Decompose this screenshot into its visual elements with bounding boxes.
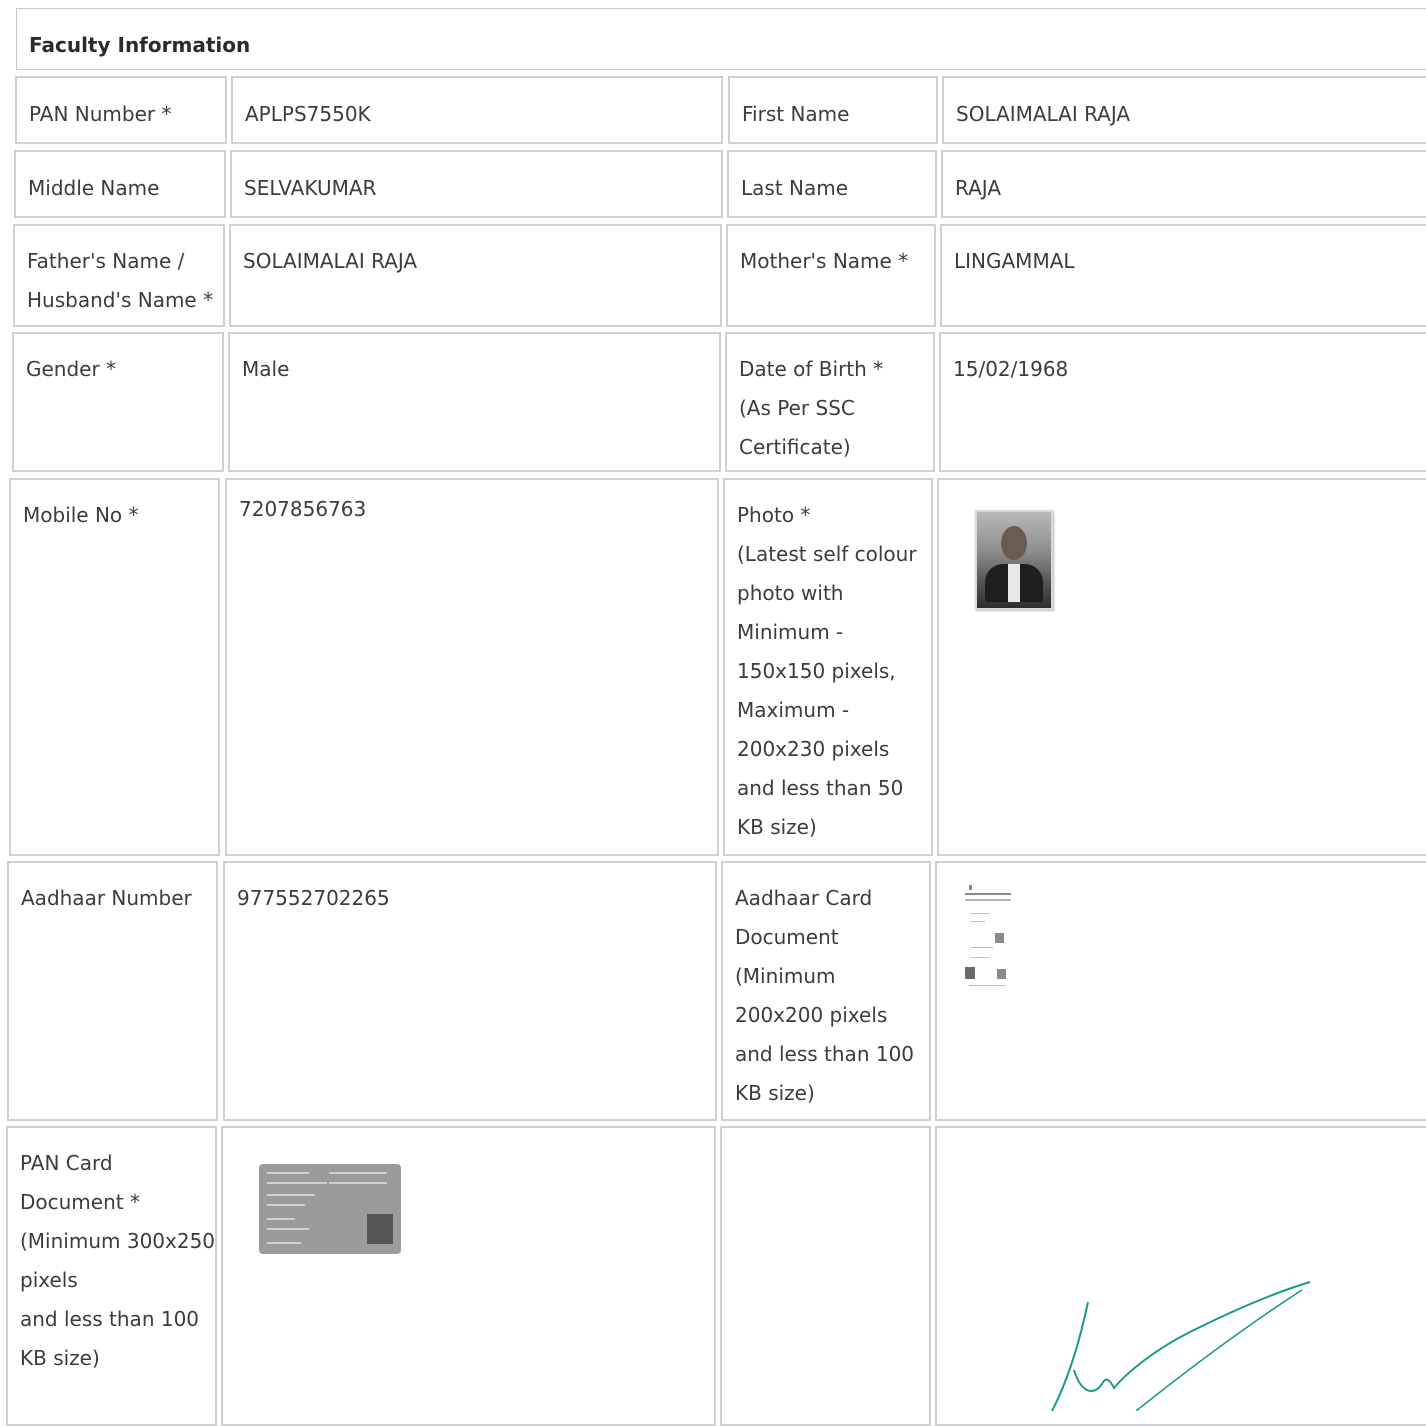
photo-face [1001,526,1027,560]
aadhaar-number-value: 977552702265 [237,886,390,910]
last-name-value: RAJA [955,176,1001,200]
pan-doc-label-line: (Minimum 300x250 [20,1229,216,1253]
first-name-label-cell: First Name [728,76,938,144]
pan-card-photo [367,1214,393,1244]
dob-label-line: Date of Birth * [739,357,884,381]
pan-number-label-cell: PAN Number * [15,76,227,144]
photo-label-cell: Photo * (Latest self colour photo with Mini… [723,478,933,856]
photo-label-line: and less than 50 [737,776,904,800]
aadhaar-doc-value-cell [935,861,1426,1121]
last-name-label-cell: Last Name [727,150,937,218]
first-name-value-cell: SOLAIMALAI RAJA [942,76,1426,144]
section-header: Faculty Information [16,8,1426,70]
photo-value-cell [937,478,1426,856]
middle-name-label: Middle Name [28,176,160,200]
first-name-value: SOLAIMALAI RAJA [956,102,1131,126]
aadhaar-doc-label-line: (Minimum [735,964,836,988]
middle-name-value-cell: SELVAKUMAR [230,150,723,218]
pan-card-image [259,1164,401,1254]
mother-name-label-cell: Mother's Name * [726,224,936,327]
photo-label-line: Photo * [737,503,811,527]
first-name-label: First Name [742,102,850,126]
dob-label-line: (As Per SSC [739,396,855,420]
mother-name-label: Mother's Name * [740,249,909,273]
faculty-photo-image [975,510,1053,610]
aadhaar-number-value-cell: 977552702265 [223,861,717,1121]
aadhaar-doc-label-cell: Aadhaar Card Document (Minimum 200x200 pixe… [721,861,931,1121]
handwritten-signature [1051,1281,1311,1411]
pan-doc-label-line: pixels [20,1268,78,1292]
empty-label-cell [720,1126,931,1426]
pan-number-label: PAN Number * [29,102,172,126]
aadhaar-doc-label: Aadhaar Card Document (Minimum 200x200 pixe… [735,879,919,1113]
mother-name-value: LINGAMMAL [954,249,1075,273]
aadhaar-number-label-cell: Aadhaar Number [7,861,218,1121]
photo-label-line: photo with [737,581,844,605]
mobile-value-cell: 7207856763 [225,478,719,856]
pan-doc-label-line: Document * [20,1190,140,1214]
mobile-label: Mobile No * [23,503,139,527]
photo-shirt [1008,564,1020,602]
pan-doc-value-cell [221,1126,716,1426]
father-name-label-line: Father's Name / [27,249,185,273]
father-name-label: Father's Name / Husband's Name * [27,242,213,320]
photo-label-line: Minimum - [737,620,844,644]
dob-value-cell: 15/02/1968 [939,332,1426,472]
aadhaar-doc-label-line: KB size) [735,1081,815,1105]
last-name-label: Last Name [741,176,849,200]
last-name-value-cell: RAJA [941,150,1426,218]
aadhaar-card-image [965,883,1013,993]
father-name-label-cell: Father's Name / Husband's Name * [13,224,225,327]
mobile-value: 7207856763 [239,497,367,521]
father-name-value: SOLAIMALAI RAJA [243,249,418,273]
middle-name-label-cell: Middle Name [14,150,226,218]
photo-label-line: 200x230 pixels [737,737,890,761]
faculty-information-form: Faculty Information PAN Number * APLPS75… [0,0,1426,1426]
pan-doc-label-cell: PAN Card Document * (Minimum 300x250 pixels… [6,1126,217,1426]
photo-label-line: 150x150 pixels, [737,659,896,683]
gender-value: Male [242,357,290,381]
gender-label: Gender * [26,357,117,381]
aadhaar-number-label: Aadhaar Number [21,886,192,910]
photo-label-line: (Latest self colour [737,542,917,566]
pan-number-value-cell: APLPS7550K [231,76,723,144]
photo-label: Photo * (Latest self colour photo with Mini… [737,496,921,847]
gender-value-cell: Male [228,332,721,472]
photo-label-line: KB size) [737,815,817,839]
dob-label: Date of Birth * (As Per SSC Certificate) [739,350,923,467]
aadhaar-doc-label-line: Aadhaar Card [735,886,873,910]
middle-name-value: SELVAKUMAR [244,176,377,200]
pan-doc-label-line: and less than 100 [20,1307,200,1331]
dob-label-line: Certificate) [739,435,851,459]
dob-label-cell: Date of Birth * (As Per SSC Certificate) [725,332,935,472]
section-title: Faculty Information [29,33,251,57]
father-name-label-line: Husband's Name * [27,288,214,312]
pan-number-value: APLPS7550K [245,102,371,126]
mother-name-value-cell: LINGAMMAL [940,224,1426,327]
pan-doc-label-line: PAN Card [20,1151,113,1175]
aadhaar-doc-label-line: Document [735,925,839,949]
pan-doc-label-line: KB size) [20,1346,100,1370]
gender-label-cell: Gender * [12,332,224,472]
dob-value: 15/02/1968 [953,357,1069,381]
aadhaar-doc-label-line: 200x200 pixels [735,1003,888,1027]
aadhaar-doc-label-line: and less than 100 [735,1042,915,1066]
father-name-value-cell: SOLAIMALAI RAJA [229,224,722,327]
mobile-label-cell: Mobile No * [9,478,220,856]
photo-label-line: Maximum - [737,698,850,722]
pan-doc-label: PAN Card Document * (Minimum 300x250 pixels… [20,1144,216,1378]
